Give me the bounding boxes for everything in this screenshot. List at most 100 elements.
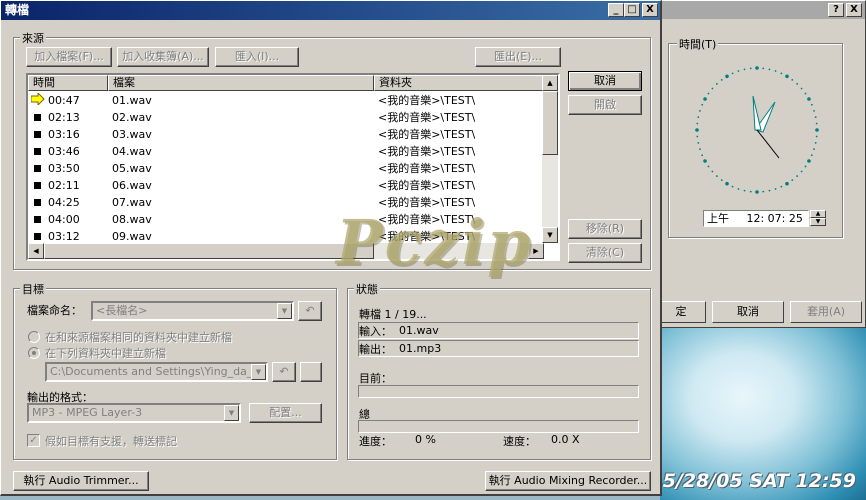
run-mixing-recorder-button[interactable]: 執行 Audio Mixing Recorder... [485, 471, 651, 491]
run-trimmer-button[interactable]: 執行 Audio Trimmer... [13, 471, 149, 491]
bg-time-label: 時間(T) [677, 36, 719, 52]
folder-path-select[interactable]: C:\Documents and Settings\Ying_da_Lee\M … [45, 362, 268, 382]
table-row[interactable]: 02:11 06.wav <我的音樂>\TEST\ [28, 177, 544, 194]
table-row[interactable]: 03:46 04.wav <我的音樂>\TEST\ [28, 143, 544, 160]
cancel-button[interactable]: 取消 [568, 71, 642, 91]
progress-label: 進度： [359, 435, 392, 448]
bg-ok-button[interactable]: 定 [656, 301, 706, 323]
status-group-label: 狀態 [354, 281, 380, 297]
vertical-scroll-thumb[interactable] [542, 91, 558, 155]
bg-cancel-button[interactable]: 取消 [712, 301, 784, 323]
convert-dialog: 轉檔 _ □ X 來源 加入檔案(F)... 加入收集簿(A)... 匯入(I)… [0, 0, 662, 496]
row-file: 03.wav [112, 128, 152, 141]
date-stamp: 5/28/05 SAT 12:59 [662, 470, 856, 492]
track-marker-icon [34, 114, 41, 121]
row-time: 03:46 [48, 145, 80, 158]
table-row[interactable]: 00:47 01.wav <我的音樂>\TEST\ [28, 91, 544, 110]
naming-select-value: <長檔名> [96, 304, 148, 317]
spin-down-icon[interactable]: ▼ [810, 218, 826, 226]
current-track-arrow-icon [30, 91, 45, 110]
table-row[interactable]: 03:50 05.wav <我的音樂>\TEST\ [28, 160, 544, 177]
config-button[interactable]: 配置... [249, 403, 322, 423]
forward-tags-label: 假如目標有支援，轉送標記 [45, 435, 177, 448]
horizontal-scrollbar[interactable]: ◀ ▶ [28, 243, 544, 259]
titlebar: 轉檔 _ □ X [1, 1, 660, 20]
window-title: 轉檔 [5, 3, 30, 17]
column-time[interactable]: 時間 [28, 75, 108, 91]
bg-help-button[interactable]: ? [828, 3, 844, 17]
spin-up-icon[interactable]: ▲ [810, 210, 826, 218]
forward-tags-checkbox[interactable]: ✓ [27, 434, 40, 447]
remove-button[interactable]: 移除(R) [568, 219, 642, 239]
table-row[interactable]: 04:00 08.wav <我的音樂>\TEST\ [28, 211, 544, 228]
horizontal-scroll-thumb[interactable] [44, 243, 374, 259]
time-spinner[interactable]: ▲ ▼ [810, 210, 826, 227]
source-file-list[interactable]: 時間 檔案 資料夾 00:47 01.wav <我的音樂>\TEST\ 02:13 02… [26, 73, 560, 261]
table-row[interactable]: 03:16 03.wav <我的音樂>\TEST\ [28, 126, 544, 143]
naming-select[interactable]: <長檔名> ▼ [91, 301, 294, 321]
track-marker-icon [34, 199, 41, 206]
row-folder: <我的音樂>\TEST\ [378, 196, 476, 209]
progress-text: 轉檔 1 / 19... [359, 308, 427, 321]
radio-same-folder-label: 在和來源檔案相同的資料夾中建立新檔 [45, 331, 232, 344]
add-files-button[interactable]: 加入檔案(F)... [26, 47, 112, 67]
row-file: 07.wav [112, 196, 152, 209]
total-progress-bar [358, 420, 639, 433]
scroll-left-icon[interactable]: ◀ [28, 243, 44, 259]
list-header: 時間 檔案 資料夾 [28, 75, 544, 91]
table-row[interactable]: 02:13 02.wav <我的音樂>\TEST\ [28, 109, 544, 126]
row-folder: <我的音樂>\TEST\ [378, 179, 476, 192]
minimize-button[interactable]: _ [608, 3, 624, 17]
progress-value: 0 % [415, 433, 436, 446]
speed-value: 0.0 X [551, 433, 580, 446]
clear-button[interactable]: 清除(C) [568, 243, 642, 263]
chevron-down-icon[interactable]: ▼ [224, 405, 239, 421]
scroll-up-icon[interactable]: ▲ [542, 75, 558, 91]
undo-folder-button[interactable]: ↶ [272, 362, 296, 382]
scroll-down-icon[interactable]: ▼ [542, 227, 558, 243]
close-button[interactable]: X [642, 3, 658, 17]
output-field: 01.mp3 [358, 340, 639, 357]
maximize-button[interactable]: □ [624, 3, 640, 17]
current-progress-bar [358, 385, 639, 398]
open-button[interactable]: 開啟 [568, 95, 642, 115]
track-marker-icon [34, 233, 41, 240]
bg-titlebar: ? X [656, 1, 865, 19]
table-row[interactable]: 04:25 07.wav <我的音樂>\TEST\ [28, 194, 544, 211]
row-folder: <我的音樂>\TEST\ [378, 111, 476, 124]
chevron-down-icon[interactable]: ▼ [251, 364, 266, 380]
format-select[interactable]: MP3 - MPEG Layer-3 ▼ [27, 403, 241, 423]
input-field: 01.wav [358, 322, 639, 339]
folder-path-value: C:\Documents and Settings\Ying_da_Lee\M [50, 365, 268, 378]
export-button[interactable]: 匯出(E)... [475, 47, 561, 67]
column-folder[interactable]: 資料夾 [374, 75, 544, 91]
output-label: 輸出： [359, 343, 392, 356]
time-input[interactable]: 上午 12: 07: 25 [703, 210, 809, 227]
column-file[interactable]: 檔案 [108, 75, 374, 91]
row-file: 06.wav [112, 179, 152, 192]
row-file: 01.wav [112, 94, 152, 107]
undo-naming-button[interactable]: ↶ [298, 301, 322, 321]
target-group-label: 目標 [20, 281, 46, 297]
radio-same-folder[interactable] [28, 331, 40, 343]
track-marker-icon [34, 216, 41, 223]
radio-specified-folder[interactable] [28, 347, 40, 359]
track-marker-icon [34, 182, 41, 189]
browse-folder-button[interactable] [300, 362, 322, 382]
track-marker-icon [34, 148, 41, 155]
row-folder: <我的音樂>\TEST\ [378, 128, 476, 141]
import-button[interactable]: 匯入(I)... [215, 47, 299, 67]
vertical-scrollbar[interactable]: ▲ ▼ [542, 75, 558, 243]
background-datetime-dialog: ? X 時間(T) 上午 12: 07: 25 ▲ ▼ 定 取消 套用(A) [655, 0, 866, 328]
bg-apply-button[interactable]: 套用(A) [790, 301, 862, 323]
scroll-right-icon[interactable]: ▶ [528, 243, 544, 259]
source-group-label: 來源 [20, 30, 46, 46]
add-collection-button[interactable]: 加入收集簿(A)... [117, 47, 209, 67]
bg-close-button[interactable]: X [846, 3, 862, 17]
row-time: 02:13 [48, 111, 80, 124]
row-file: 02.wav [112, 111, 152, 124]
input-label: 輸入： [359, 325, 392, 338]
track-marker-icon [34, 131, 41, 138]
row-time: 04:25 [48, 196, 80, 209]
chevron-down-icon[interactable]: ▼ [277, 303, 292, 319]
